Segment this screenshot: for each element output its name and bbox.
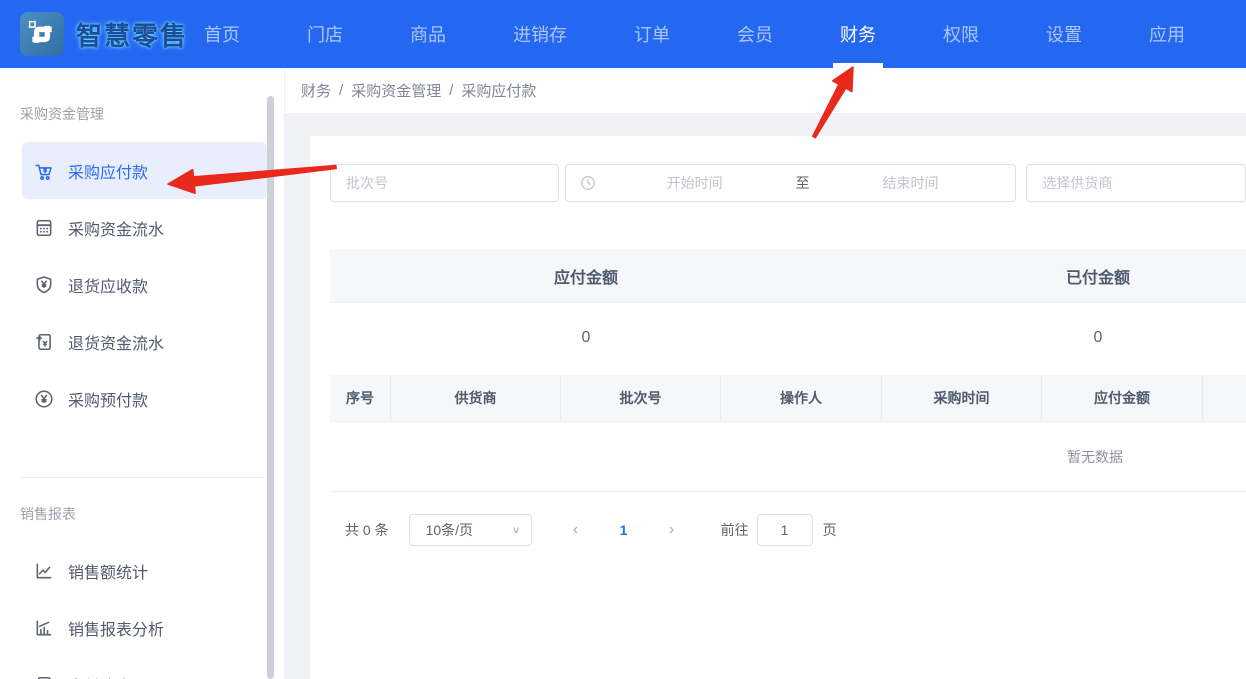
doc-yen-icon bbox=[34, 332, 54, 352]
pagination: 共 0 条 10条/页 ∨ ‹ 1 › 前往 页 bbox=[330, 514, 1246, 546]
app-logo: 智慧零售 bbox=[0, 12, 204, 56]
page-number-1[interactable]: 1 bbox=[617, 522, 631, 538]
sidebar-item-purchase-payable[interactable]: 采购应付款 bbox=[22, 142, 267, 199]
nav-item-finance[interactable]: 财务 bbox=[840, 0, 876, 68]
sidebar-item-sales-report-analysis[interactable]: 销售报表分析 bbox=[0, 599, 284, 656]
nav-item-settings[interactable]: 设置 bbox=[1046, 0, 1082, 68]
summary-table: 应付金额 已付金额 0 0 bbox=[330, 249, 1246, 373]
column-header-operator: 操作人 bbox=[721, 375, 882, 421]
sidebar-item-label: 退货应收款 bbox=[68, 278, 149, 296]
goto-suffix: 页 bbox=[822, 522, 837, 538]
date-range-picker[interactable]: 至 bbox=[564, 164, 1017, 202]
bar-chart-icon bbox=[34, 618, 54, 638]
logo-icon bbox=[20, 12, 64, 56]
sidebar-item-return-receivable[interactable]: 退货应收款 bbox=[0, 256, 284, 313]
doc-arrow-yen-icon bbox=[34, 675, 54, 679]
column-header-batch-no: 批次号 bbox=[561, 375, 721, 421]
yen-circle-icon bbox=[34, 389, 54, 409]
sidebar-item-purchase-prepaid[interactable]: 采购预付款 bbox=[0, 370, 284, 427]
breadcrumb-item-purchase-funds[interactable]: 采购资金管理 bbox=[351, 80, 441, 101]
nav-item-product[interactable]: 商品 bbox=[410, 0, 446, 68]
sidebar-item-label: 退货资金流水 bbox=[68, 335, 165, 353]
nav-item-home[interactable]: 首页 bbox=[204, 0, 240, 68]
batch-no-input[interactable] bbox=[346, 165, 543, 201]
nav-item-store[interactable]: 门店 bbox=[307, 0, 343, 68]
sidebar-divider bbox=[20, 477, 264, 478]
pagination-total: 共 0 条 bbox=[345, 522, 389, 538]
line-chart-icon bbox=[34, 561, 54, 581]
breadcrumb-item-purchase-payable[interactable]: 采购应付款 bbox=[461, 80, 536, 101]
column-header-supplier: 供货商 bbox=[391, 375, 561, 421]
nav-item-order[interactable]: 订单 bbox=[634, 0, 670, 68]
goto-page-input[interactable] bbox=[757, 515, 812, 545]
calculator-icon bbox=[34, 218, 54, 238]
sidebar-item-sales-statistics[interactable]: 销售额统计 bbox=[0, 542, 284, 599]
sidebar: 采购资金管理 采购应付款 采购资金流水 退货应收款 退货资金流水 采购预付款 销… bbox=[0, 68, 285, 679]
sidebar-item-payment-flow[interactable]: 支付流水 bbox=[0, 656, 284, 679]
page-card: 至 应付金额 已付金额 0 0 bbox=[310, 136, 1246, 679]
prev-page-button[interactable]: ‹ bbox=[569, 521, 583, 539]
supplier-select-input[interactable] bbox=[1042, 165, 1230, 201]
goto-label: 前往 bbox=[720, 522, 749, 538]
table-header-row: 序号 供货商 批次号 操作人 采购时间 应付金额 bbox=[330, 375, 1246, 422]
cart-yen-icon bbox=[34, 161, 54, 181]
summary-value-payable: 0 bbox=[581, 329, 591, 346]
sidebar-item-label: 销售额统计 bbox=[68, 564, 149, 582]
sidebar-item-label: 销售报表分析 bbox=[68, 621, 165, 639]
sidebar-item-label: 采购预付款 bbox=[68, 392, 149, 410]
page-size-select[interactable]: 10条/页 ∨ bbox=[408, 514, 532, 546]
nav-item-apps[interactable]: 应用 bbox=[1149, 0, 1185, 68]
next-page-button[interactable]: › bbox=[665, 521, 679, 539]
payables-table: 序号 供货商 批次号 操作人 采购时间 应付金额 暂无数据 bbox=[330, 375, 1246, 492]
content-background: 至 应付金额 已付金额 0 0 bbox=[285, 114, 1246, 679]
top-nav: 智慧零售 首页 门店 商品 进销存 订单 会员 财务 权限 设置 应用 bbox=[0, 0, 1246, 68]
batch-no-field[interactable] bbox=[330, 164, 559, 202]
sidebar-section-sales-report: 销售报表 bbox=[20, 506, 76, 522]
sidebar-item-label: 采购应付款 bbox=[68, 164, 149, 182]
shield-yen-icon bbox=[34, 275, 54, 295]
column-header-payable-amount: 应付金额 bbox=[1042, 375, 1203, 421]
filter-row: 至 bbox=[330, 164, 1246, 202]
column-header-filler bbox=[1203, 375, 1246, 421]
goto-page-field[interactable] bbox=[756, 514, 813, 546]
sidebar-item-return-funds-flow[interactable]: 退货资金流水 bbox=[0, 313, 284, 370]
sidebar-item-label: 采购资金流水 bbox=[68, 221, 165, 239]
chevron-down-icon: ∨ bbox=[511, 524, 521, 536]
column-header-index: 序号 bbox=[330, 375, 391, 421]
clock-icon bbox=[580, 175, 596, 191]
nav-item-permission[interactable]: 权限 bbox=[943, 0, 979, 68]
table-empty-state: 暂无数据 bbox=[330, 422, 1246, 492]
nav-item-inventory[interactable]: 进销存 bbox=[513, 0, 567, 68]
supplier-select[interactable] bbox=[1026, 164, 1246, 202]
sidebar-section-purchase-funds: 采购资金管理 bbox=[20, 106, 104, 122]
end-time-input[interactable] bbox=[815, 165, 1006, 201]
summary-header-payable: 应付金额 bbox=[553, 269, 618, 287]
breadcrumb-item-finance[interactable]: 财务 bbox=[301, 80, 331, 101]
nav-menu: 首页 门店 商品 进销存 订单 会员 财务 权限 设置 应用 bbox=[204, 0, 1185, 68]
column-header-purchase-time: 采购时间 bbox=[882, 375, 1042, 421]
nav-item-member[interactable]: 会员 bbox=[737, 0, 773, 68]
summary-header-paid: 已付金额 bbox=[1065, 269, 1130, 287]
date-range-separator: 至 bbox=[795, 175, 810, 191]
main-content: 财务 / 采购资金管理 / 采购应付款 至 bbox=[285, 68, 1246, 679]
page-size-value: 10条/页 bbox=[425, 522, 474, 538]
sidebar-scrollbar[interactable] bbox=[267, 96, 274, 679]
start-time-input[interactable] bbox=[599, 165, 790, 201]
sidebar-item-label: 支付流水 bbox=[68, 673, 132, 679]
app-title: 智慧零售 bbox=[76, 20, 189, 51]
breadcrumb-separator: / bbox=[449, 82, 454, 99]
breadcrumb-separator: / bbox=[339, 82, 344, 99]
summary-value-paid: 0 bbox=[1093, 329, 1103, 346]
breadcrumb: 财务 / 采购资金管理 / 采购应付款 bbox=[285, 68, 1246, 114]
sidebar-item-purchase-funds-flow[interactable]: 采购资金流水 bbox=[0, 199, 284, 256]
